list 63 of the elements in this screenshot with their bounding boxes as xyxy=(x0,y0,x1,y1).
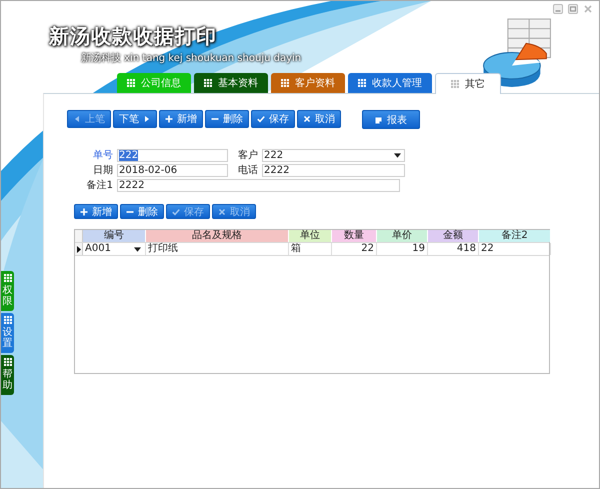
column-header[interactable]: 备注2 xyxy=(479,230,551,242)
input-field[interactable]: 222 xyxy=(117,148,228,162)
plus-icon xyxy=(165,115,173,123)
grid-icon xyxy=(451,80,459,88)
close-icon xyxy=(303,115,311,123)
close-icon[interactable] xyxy=(583,4,593,14)
dropdown-arrow-icon xyxy=(394,152,401,158)
toolbar-button[interactable]: 下笔 xyxy=(113,110,157,128)
toolbar-button[interactable]: 保存 xyxy=(251,110,295,128)
grid-icon xyxy=(358,79,366,87)
grid-icon xyxy=(204,79,212,87)
nav-tab[interactable]: 客户资料 xyxy=(271,73,345,93)
field-label: 电话 xyxy=(237,164,258,177)
side-tab[interactable]: 设置 xyxy=(1,313,14,353)
table-cell: 22 xyxy=(481,243,494,255)
toolbar-button[interactable]: 新增 xyxy=(74,204,118,219)
table-cell: 19 xyxy=(412,243,425,255)
toolbar-button[interactable]: 新增 xyxy=(159,110,203,128)
table-cell: 打印纸 xyxy=(148,243,178,255)
nav-tab[interactable]: 收款人管理 xyxy=(348,73,432,93)
nav-tab[interactable]: 公司信息 xyxy=(117,73,191,93)
input-field[interactable]: 2222 xyxy=(262,164,405,176)
maximize-icon[interactable] xyxy=(568,4,578,14)
column-header[interactable]: 品名及规格 xyxy=(146,230,289,242)
column-header[interactable]: 编号 xyxy=(83,230,146,242)
side-tab[interactable]: 帮助 xyxy=(1,355,14,395)
field-label: 备注1 xyxy=(86,178,113,192)
field-label: 单号 xyxy=(92,148,113,162)
grid-icon xyxy=(127,79,135,87)
dropdown-field[interactable]: 222 xyxy=(262,148,405,162)
right-triangle-icon xyxy=(143,115,151,123)
table-cell: A001 xyxy=(85,243,111,255)
close-icon xyxy=(218,208,226,216)
input-field[interactable]: 2222 xyxy=(117,178,400,192)
minus-icon xyxy=(211,115,219,123)
check-icon xyxy=(172,208,180,216)
minimize-icon[interactable] xyxy=(553,4,563,14)
nav-tab[interactable]: 基本资料 xyxy=(194,73,268,93)
plus-icon xyxy=(80,208,88,216)
grid-icon xyxy=(281,79,289,87)
grid-icon xyxy=(4,274,12,282)
report-icon xyxy=(375,116,383,124)
column-header[interactable]: 单价 xyxy=(377,230,428,242)
toolbar-button[interactable]: 删除 xyxy=(205,110,249,128)
toolbar-button[interactable]: 删除 xyxy=(120,204,164,219)
table-cell: 箱 xyxy=(291,243,301,255)
field-label: 客户 xyxy=(237,148,258,162)
table-cell: 418 xyxy=(456,243,476,255)
dropdown-arrow-icon[interactable] xyxy=(134,246,141,252)
report-button[interactable]: 报表 xyxy=(362,110,420,129)
column-header[interactable]: 数量 xyxy=(332,230,377,242)
toolbar-button[interactable]: 取消 xyxy=(297,110,341,128)
field-label: 日期 xyxy=(92,164,113,177)
nav-tab[interactable]: 其它 xyxy=(435,73,501,94)
left-triangle-icon xyxy=(73,115,81,123)
grid-icon xyxy=(4,316,12,324)
column-header[interactable]: 单位 xyxy=(289,230,332,242)
input-field[interactable]: 2018-02-06 xyxy=(117,164,228,176)
check-icon xyxy=(257,115,265,123)
column-header[interactable]: 金额 xyxy=(428,230,479,242)
grid-icon xyxy=(4,358,12,366)
table-cell: 22 xyxy=(361,243,374,255)
side-tab[interactable]: 权限 xyxy=(1,271,14,311)
